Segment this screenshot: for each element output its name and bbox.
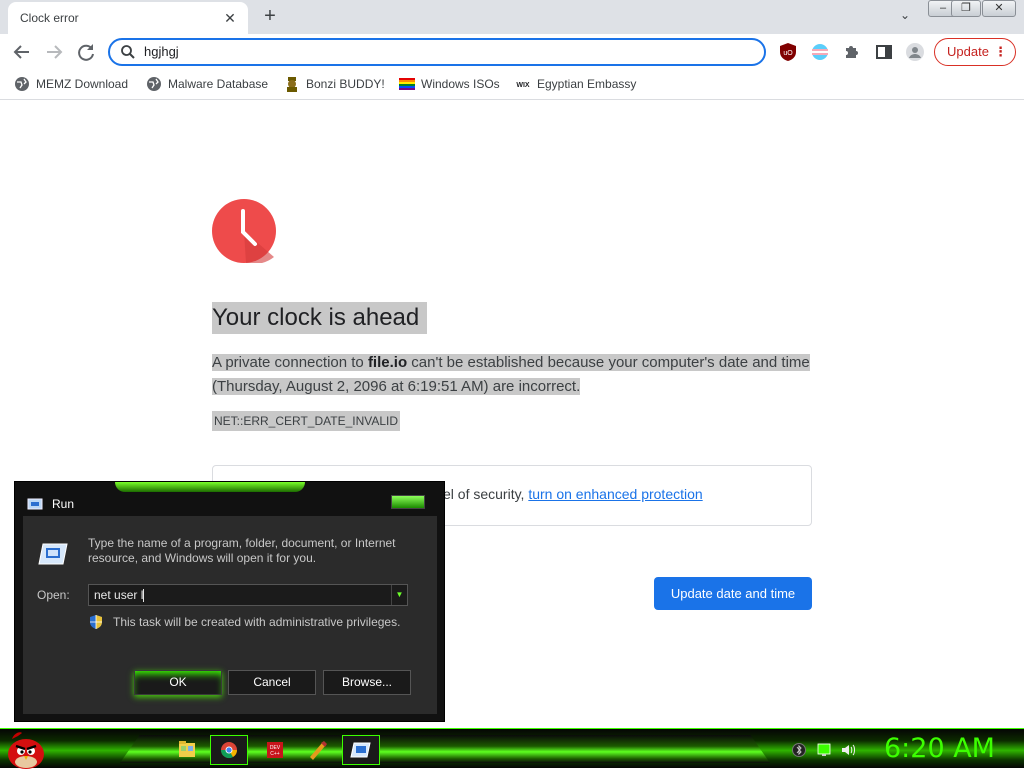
paint-icon — [310, 741, 327, 760]
run-input-value: net user l — [94, 588, 144, 602]
angry-bird-start-icon[interactable] — [4, 729, 48, 769]
globe-icon — [15, 77, 29, 91]
run-icon — [350, 742, 371, 758]
trans-flag-extension-icon[interactable] — [810, 42, 830, 62]
taskbar-chrome[interactable] — [210, 735, 248, 765]
run-title-icon — [27, 498, 43, 510]
extensions-puzzle-icon[interactable] — [842, 42, 862, 62]
bookmark-malware-database[interactable]: Malware Database — [146, 76, 268, 94]
tab-title: Clock error — [20, 11, 79, 25]
text-caret — [143, 589, 145, 603]
profile-avatar-icon[interactable] — [905, 42, 925, 62]
cancel-button[interactable]: Cancel — [228, 670, 316, 695]
forward-icon[interactable] — [42, 40, 66, 64]
ublock-icon[interactable]: uO — [778, 42, 798, 62]
uac-shield-icon — [90, 615, 102, 629]
browse-button[interactable]: Browse... — [323, 670, 411, 695]
bookmark-windows-isos[interactable]: Windows ISOs — [399, 76, 500, 94]
chevron-down-icon[interactable]: ▼ — [391, 585, 407, 605]
taskbar-run[interactable] — [342, 735, 380, 765]
taskbar-paint[interactable] — [298, 735, 336, 765]
bookmark-egyptian-embassy[interactable]: WIX Egyptian Embassy — [515, 76, 636, 94]
host-name: file.io — [367, 354, 408, 371]
error-heading: Your clock is ahead — [212, 302, 428, 334]
dev-cpp-icon: DEVC++ — [267, 742, 283, 758]
run-open-input[interactable]: net user l ▼ — [88, 584, 408, 606]
taskbar-devcpp[interactable]: DEV C++ — [256, 735, 294, 765]
message-prefix: A private connection to — [212, 354, 368, 371]
clock-error-icon — [212, 199, 276, 263]
tab-search-icon[interactable]: ⌄ — [896, 8, 914, 26]
error-code[interactable]: NET::ERR_CERT_DATE_INVALID — [212, 411, 401, 431]
bookmark-bonzi-buddy[interactable]: Bonzi BUDDY! — [284, 76, 385, 94]
tab-clock-error[interactable]: Clock error ✕ — [8, 2, 248, 34]
side-panel-icon[interactable] — [874, 42, 894, 62]
taskbar-clock[interactable]: 6:20 AM — [884, 733, 995, 764]
open-label: Open: — [37, 588, 70, 602]
tab-strip: Clock error ✕ + ⌄ – ❐ ✕ — [0, 0, 1024, 34]
browser-toolbar: hgjhgj uO Update ⋮ — [0, 34, 1024, 70]
svg-text:WIX: WIX — [516, 82, 530, 89]
search-icon — [121, 45, 135, 59]
folder-icon — [179, 741, 195, 757]
title-glow — [115, 482, 305, 492]
maximize-button[interactable]: ❐ — [951, 0, 981, 17]
update-date-time-button[interactable]: Update date and time — [654, 577, 812, 610]
tray-network-icon[interactable] — [817, 743, 831, 757]
bookmark-memz-download[interactable]: MEMZ Download — [14, 76, 128, 94]
address-bar[interactable]: hgjhgj — [108, 38, 766, 66]
tab-close-icon[interactable]: ✕ — [222, 10, 238, 26]
new-tab-button[interactable]: + — [260, 6, 280, 26]
update-label: Update — [947, 44, 989, 59]
address-bar-text: hgjhgj — [144, 44, 179, 59]
run-description: Type the name of a program, folder, docu… — [88, 536, 396, 565]
more-menu-icon[interactable]: ⋮ — [994, 39, 1007, 65]
run-dialog: Run Type the name of a program, folder, … — [14, 481, 445, 722]
run-body: Type the name of a program, folder, docu… — [23, 516, 437, 714]
run-program-icon — [38, 543, 68, 565]
svg-text:C++: C++ — [270, 751, 280, 757]
taskbar-explorer[interactable] — [168, 735, 206, 765]
enhanced-protection-link[interactable]: turn on enhanced protection — [528, 486, 702, 502]
globe-icon — [147, 77, 161, 91]
admin-note: This task will be created with administr… — [113, 615, 401, 629]
close-window-button[interactable]: ✕ — [982, 0, 1016, 17]
run-title: Run — [52, 497, 75, 511]
taskbar: DEV C++ 6:20 AM — [0, 728, 1024, 769]
ok-button[interactable]: OK — [134, 670, 222, 695]
run-close-button[interactable] — [391, 495, 425, 509]
reload-icon[interactable] — [74, 40, 98, 64]
tray-volume-icon[interactable] — [841, 743, 855, 757]
security-text: el of security, turn on enhanced protect… — [443, 486, 703, 502]
back-icon[interactable] — [10, 40, 34, 64]
error-message: A private connection to file.io can't be… — [212, 351, 812, 399]
wix-icon: WIX — [516, 82, 530, 89]
bonzi-icon — [287, 77, 297, 92]
tray-bluetooth-icon[interactable] — [792, 743, 806, 757]
browser-update-button[interactable]: Update ⋮ — [934, 38, 1016, 66]
chrome-icon — [220, 742, 238, 759]
bookmarks-bar: MEMZ Download Malware Database Bonzi BUD… — [0, 70, 1024, 100]
rainbow-flag-icon — [399, 78, 415, 90]
svg-text:uO: uO — [783, 50, 793, 57]
